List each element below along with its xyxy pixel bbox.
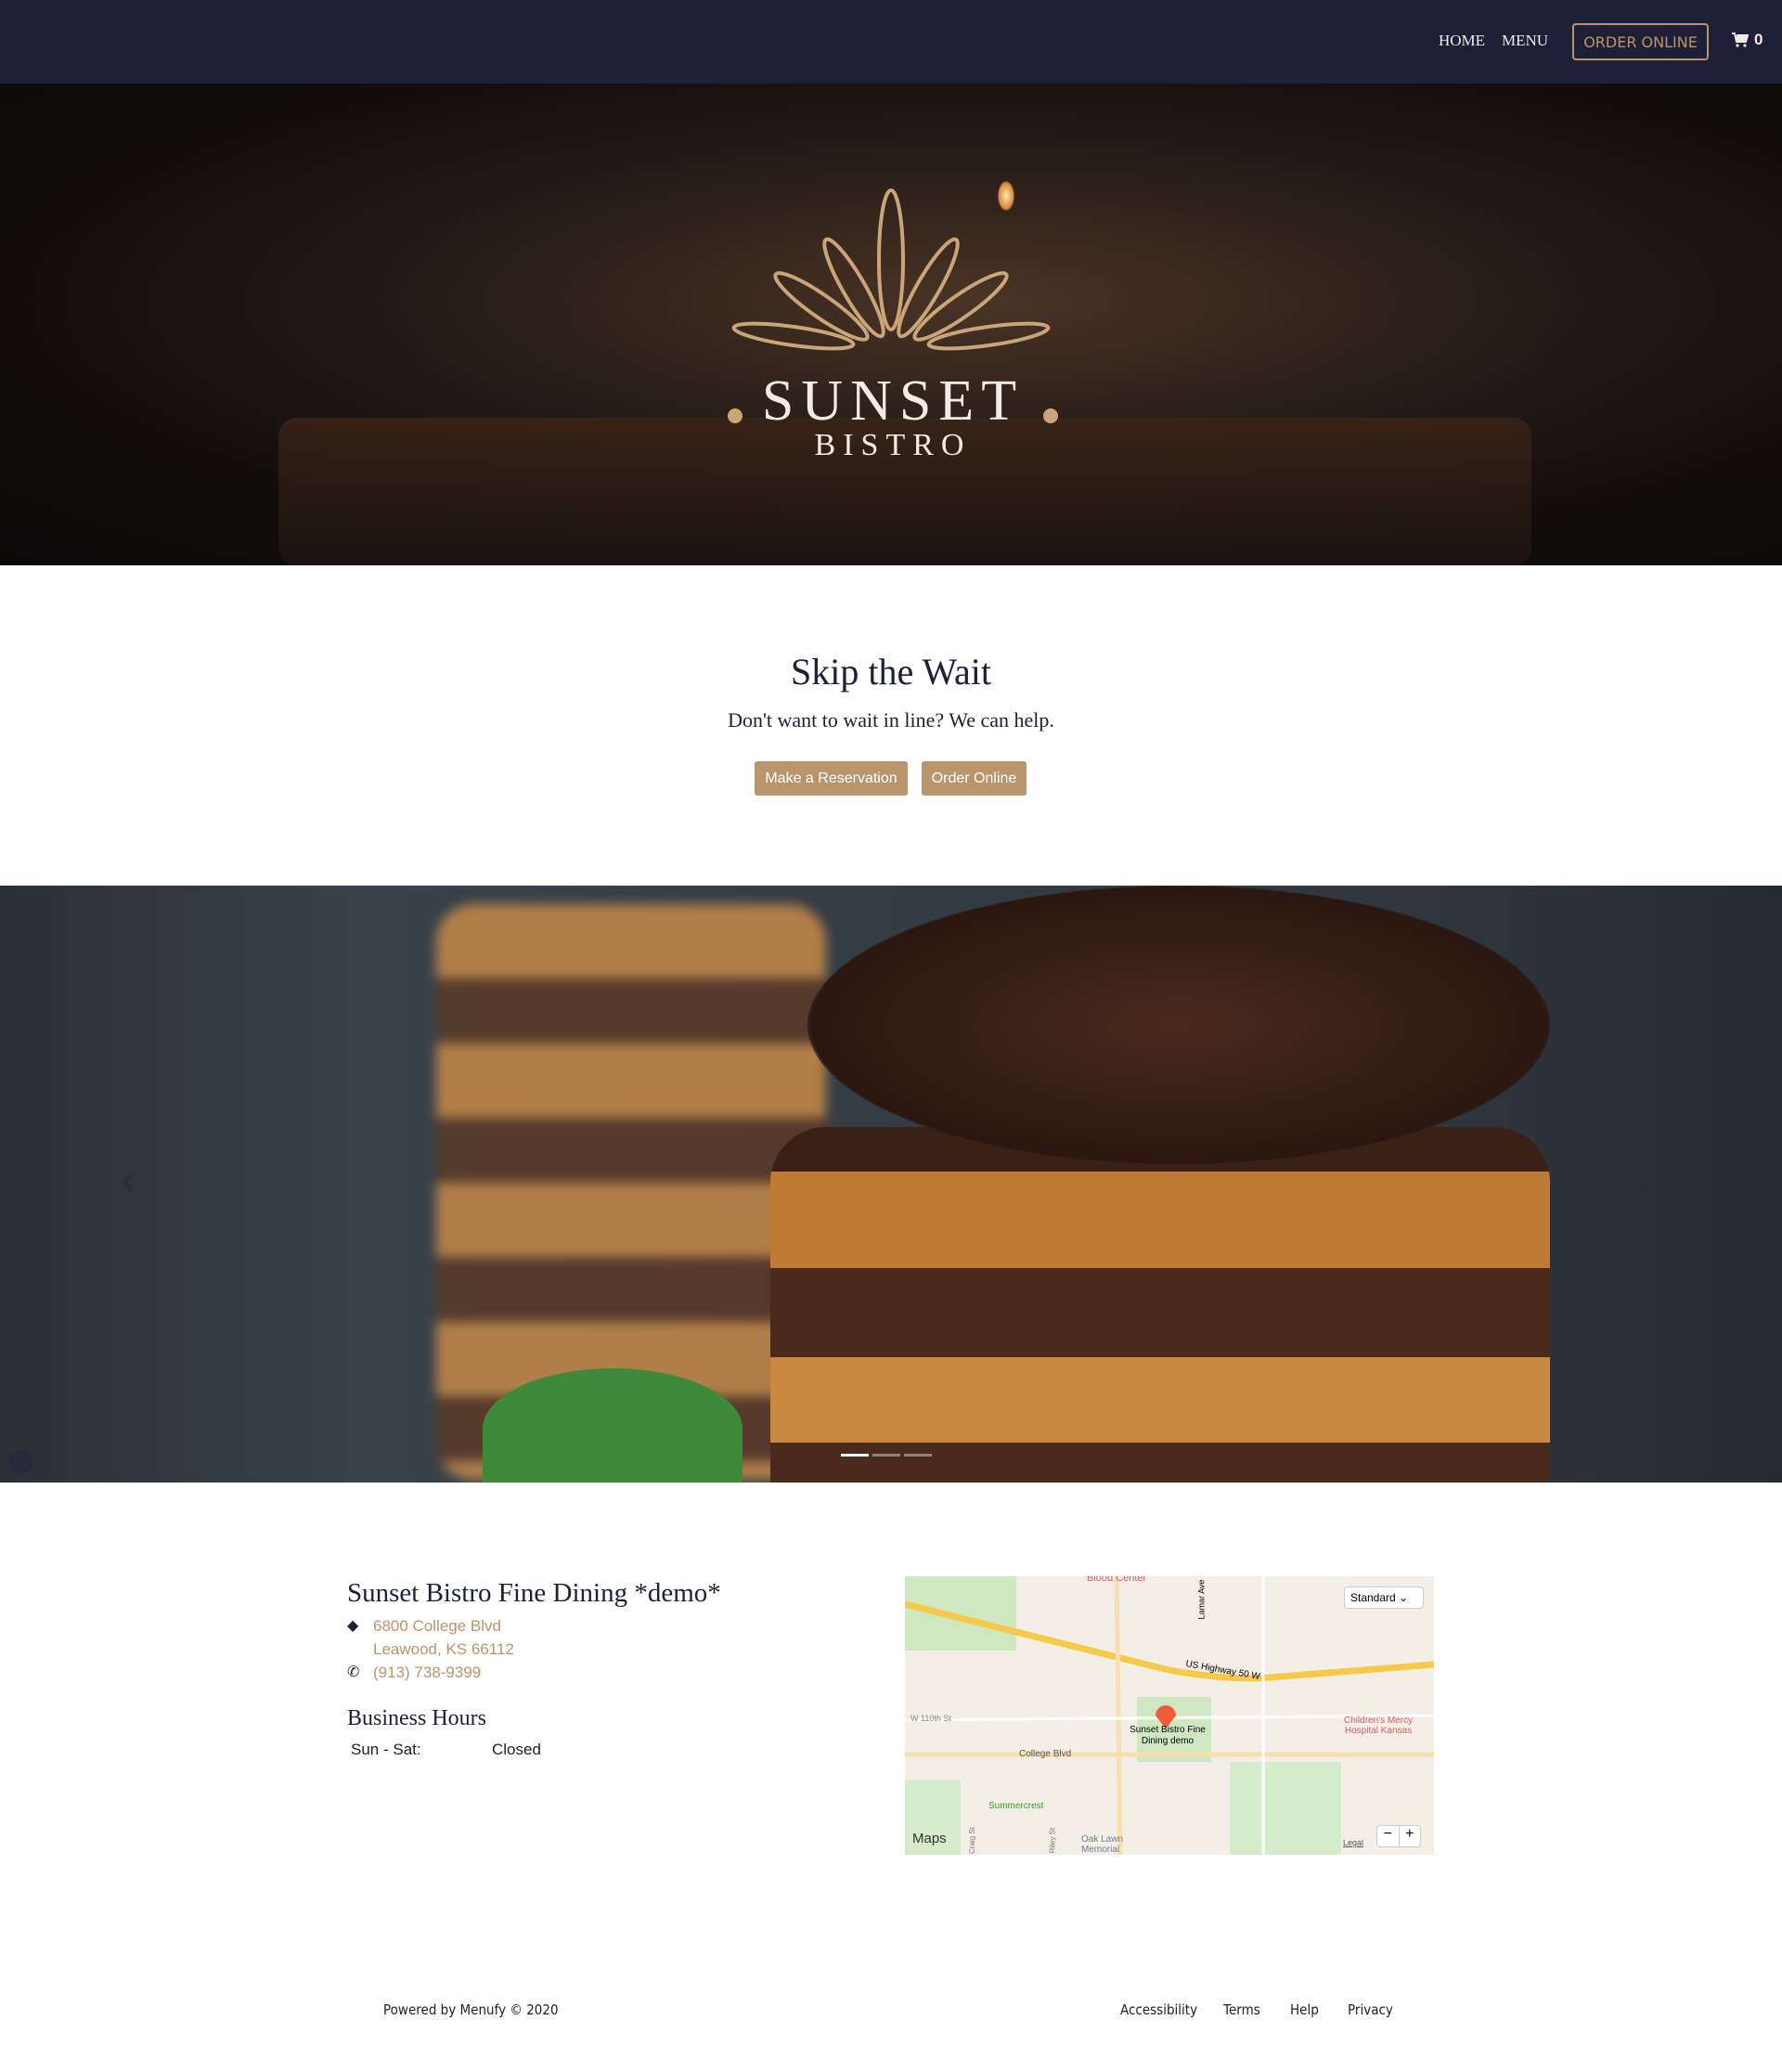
map-label: Riley St [1048,1827,1057,1854]
location-map[interactable]: Blood Center Lamar Ave US Highway 50 W W… [905,1576,1434,1855]
map-type-value: Standard [1350,1591,1396,1604]
map-label: Children's Mercy Hospital Kansas [1343,1716,1414,1736]
section-subtitle: Don't want to wait in line? We can help. [728,708,1054,732]
logo-text-bistro: BISTRO [815,428,972,462]
cart-button[interactable]: 0 [1732,31,1763,49]
business-hours-title: Business Hours [347,1706,487,1730]
chocolate-curls [807,886,1550,1164]
map-label: Lamar Ave [1196,1579,1207,1620]
hero-banner: SUNSET BISTRO [0,84,1782,565]
zoom-out-button[interactable]: − [1377,1826,1400,1846]
footer-privacy[interactable]: Privacy [1348,2001,1393,2018]
hours-time: Closed [492,1741,541,1758]
zoom-in-button[interactable]: + [1400,1826,1421,1846]
carousel-prev-icon[interactable]: ‹ [121,1155,136,1206]
order-online-nav-button[interactable]: ORDER ONLINE [1572,23,1709,60]
phone-icon: ✆ [347,1664,360,1680]
address-line1[interactable]: 6800 College Blvd [373,1614,514,1638]
address-line2[interactable]: Leawood, KS 66112 [373,1638,514,1661]
hours-row: Sun - Sat: Closed [347,1741,867,1759]
directions-icon: ◆ [347,1618,359,1634]
carousel-indicators [841,1454,932,1457]
skip-the-wait-section: Skip the Wait Don't want to wait in line… [0,650,1782,732]
map-type-select[interactable]: Standard ⌄ [1344,1586,1424,1609]
map-label: Craig St [967,1827,976,1854]
footer-help[interactable]: Help [1290,2001,1319,2018]
maps-brand: Maps [912,1831,947,1846]
carousel-next-icon[interactable]: › [1635,1155,1650,1206]
image-carousel: ‹ › [0,886,1782,1483]
address-link[interactable]: 6800 College Blvd Leawood, KS 66112 [373,1614,514,1661]
make-reservation-button[interactable]: Make a Reservation [755,761,908,796]
carousel-dot[interactable] [872,1454,900,1457]
footer-terms[interactable]: Terms [1223,2001,1260,2018]
cake-image-front [770,1127,1550,1483]
nav-menu[interactable]: MENU [1502,32,1548,50]
map-legal-link[interactable]: Legal [1343,1838,1363,1847]
map-label: College Blvd [1019,1749,1072,1759]
phone-link[interactable]: (913) 738-9399 [373,1661,481,1684]
map-pin-label: Sunset Bistro Fine Dining demo [1130,1725,1206,1746]
carousel-dot[interactable] [904,1454,932,1457]
map-label: W 110th St [910,1714,951,1723]
restaurant-info: Sunset Bistro Fine Dining *demo* ◆ 6800 … [347,1578,867,1759]
hours-days: Sun - Sat: [351,1741,421,1758]
top-nav: HOME MENU ORDER ONLINE 0 [0,0,1782,84]
carousel-pause-icon[interactable] [9,1450,33,1474]
logo-text-sunset: SUNSET [762,369,1024,433]
order-online-button[interactable]: Order Online [922,761,1027,796]
map-label: Blood Center [1087,1576,1147,1584]
shopping-cart-icon [1732,32,1749,47]
powered-by[interactable]: Powered by Menufy © 2020 [383,2001,559,2018]
footer-accessibility[interactable]: Accessibility [1120,2001,1197,2018]
nav-home[interactable]: HOME [1439,32,1485,50]
mint-leaf [483,1368,742,1483]
map-zoom-controls: − + [1376,1825,1421,1847]
cart-count: 0 [1754,31,1763,48]
carousel-dot[interactable] [841,1454,869,1457]
restaurant-name: Sunset Bistro Fine Dining *demo* [347,1578,721,1608]
apple-maps-logo: Maps [912,1831,947,1846]
map-label: Summercrest [988,1801,1044,1811]
section-title: Skip the Wait [790,651,992,693]
sunset-bistro-logo: SUNSET BISTRO [728,188,1058,462]
map-label: Oak Lawn Memorial [1081,1834,1124,1855]
